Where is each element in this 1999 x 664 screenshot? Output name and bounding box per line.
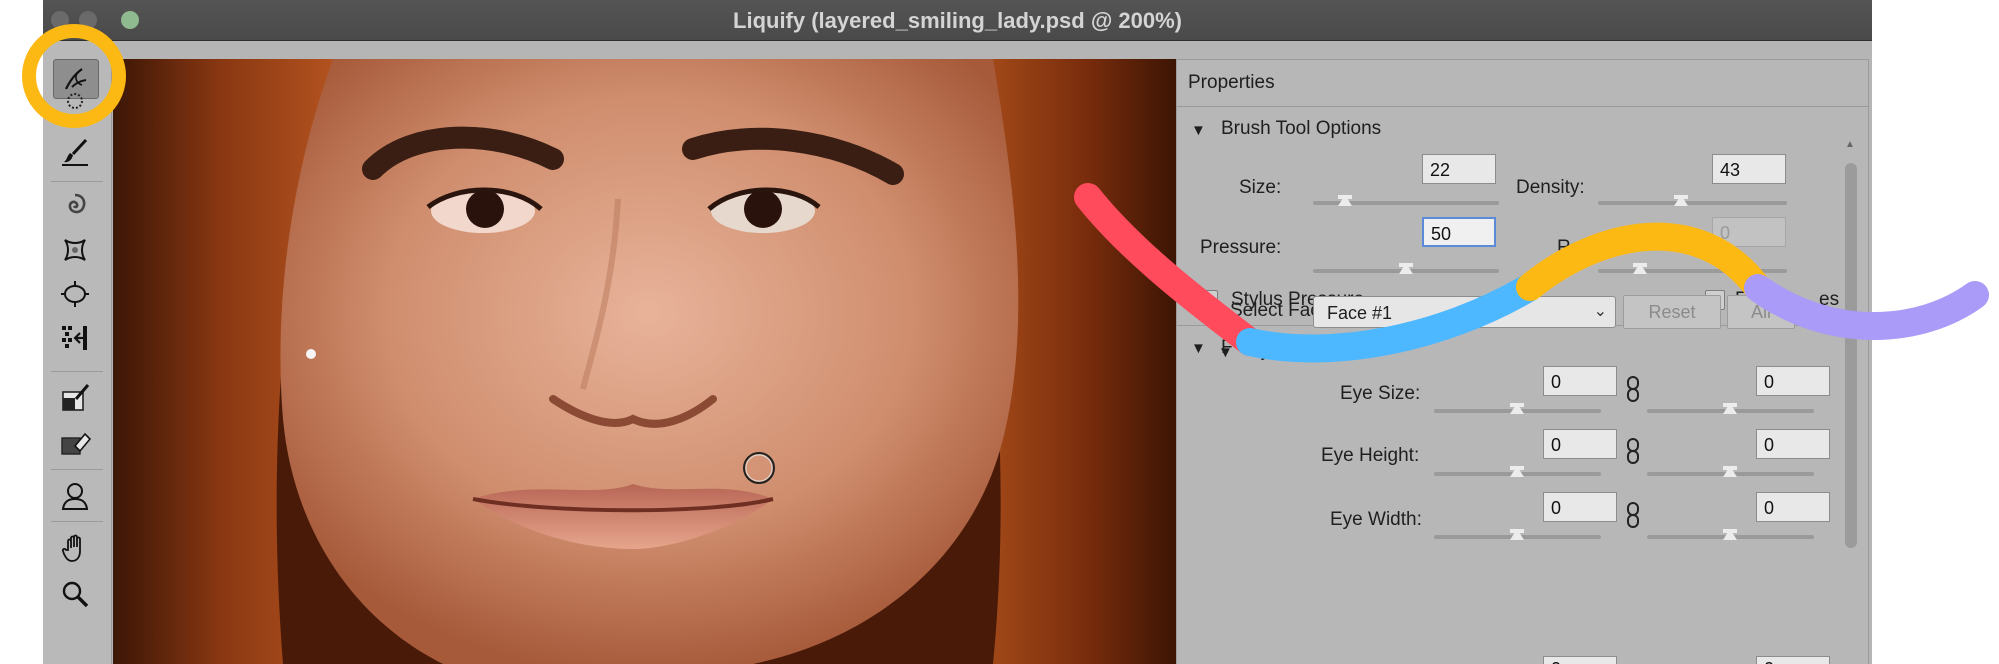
link-icon[interactable]: [1624, 501, 1642, 529]
zoom-icon: [62, 581, 89, 608]
face-icon: [61, 483, 89, 510]
face-controls: Select Face: Face #1 ⌄ Reset All ▼ Eyes …: [1176, 59, 1867, 664]
push-left-tool[interactable]: [53, 319, 97, 357]
portrait-photo: [113, 59, 1179, 664]
select-face-value: Face #1: [1327, 303, 1393, 323]
tool-separator: [51, 469, 103, 470]
pucker-icon: [64, 239, 86, 261]
select-face-dropdown[interactable]: Face #1 ⌄: [1313, 296, 1616, 328]
bloat-tool[interactable]: [53, 275, 97, 313]
properties-scroll-thumb[interactable]: [1845, 163, 1857, 548]
link-icon[interactable]: [1624, 437, 1642, 465]
eye-size-label: Eye Size:: [1340, 383, 1421, 404]
eye-height-left-input[interactable]: 0: [1543, 429, 1617, 459]
properties-scrollbar[interactable]: ▲: [1845, 139, 1857, 659]
liquify-window: Liquify (layered_smiling_lady.psd @ 200%…: [43, 0, 1872, 664]
tool-separator: [51, 371, 103, 372]
twirl-icon: [68, 193, 86, 214]
eye-width-left-thumb[interactable]: [1510, 529, 1524, 540]
hand-icon: [61, 534, 81, 562]
push-left-icon: [62, 326, 87, 350]
next-left-input[interactable]: 0: [1543, 656, 1617, 664]
link-icon[interactable]: [1624, 375, 1642, 403]
eye-size-right-thumb[interactable]: [1723, 403, 1737, 414]
freeze-mask-tool[interactable]: [53, 379, 97, 417]
reconstruct-tool[interactable]: [53, 93, 97, 111]
collapse-triangle-icon[interactable]: ▼: [1218, 344, 1233, 361]
reconstruct-icon: [67, 93, 83, 109]
zoom-tool[interactable]: [53, 575, 97, 613]
eye-width-left-input[interactable]: 0: [1543, 492, 1617, 522]
smooth-brush-icon: [62, 138, 88, 166]
eye-height-right-input[interactable]: 0: [1756, 429, 1830, 459]
all-button[interactable]: All: [1727, 295, 1795, 329]
eye-width-right-thumb[interactable]: [1723, 529, 1737, 540]
thaw-mask-tool[interactable]: [53, 423, 97, 461]
tool-separator: [51, 521, 103, 522]
eye-height-right-thumb[interactable]: [1723, 466, 1737, 477]
smooth-tool[interactable]: [53, 133, 97, 171]
forward-warp-icon: [65, 68, 87, 90]
eye-height-label: Eye Height:: [1321, 445, 1420, 466]
eye-size-left-thumb[interactable]: [1510, 403, 1524, 414]
twirl-clockwise-tool[interactable]: [53, 187, 97, 225]
eye-height-left-thumb[interactable]: [1510, 466, 1524, 477]
window-title: Liquify (layered_smiling_lady.psd @ 200%…: [733, 8, 1182, 33]
face-tool[interactable]: [53, 477, 97, 515]
bloat-icon: [61, 281, 89, 307]
eye-size-right-input[interactable]: 0: [1756, 366, 1830, 396]
eye-width-label: Eye Width:: [1330, 509, 1422, 530]
scroll-up-arrow-icon[interactable]: ▲: [1845, 139, 1855, 150]
hand-tool[interactable]: [53, 529, 97, 567]
image-preview-canvas[interactable]: [113, 59, 1179, 664]
chevron-down-icon: ⌄: [1593, 303, 1607, 320]
liquify-toolbar: [43, 41, 112, 664]
reset-button[interactable]: Reset: [1623, 295, 1721, 329]
tool-separator: [51, 181, 103, 182]
pucker-tool[interactable]: [53, 231, 97, 269]
thaw-mask-icon: [61, 432, 91, 455]
eyes-heading: Eyes: [1248, 340, 1291, 361]
freeze-mask-icon: [62, 384, 90, 411]
eye-size-left-input[interactable]: 0: [1543, 366, 1617, 396]
eye-width-right-input[interactable]: 0: [1756, 492, 1830, 522]
next-right-input[interactable]: 0: [1756, 656, 1830, 664]
title-bar[interactable]: Liquify (layered_smiling_lady.psd @ 200%…: [43, 0, 1872, 41]
